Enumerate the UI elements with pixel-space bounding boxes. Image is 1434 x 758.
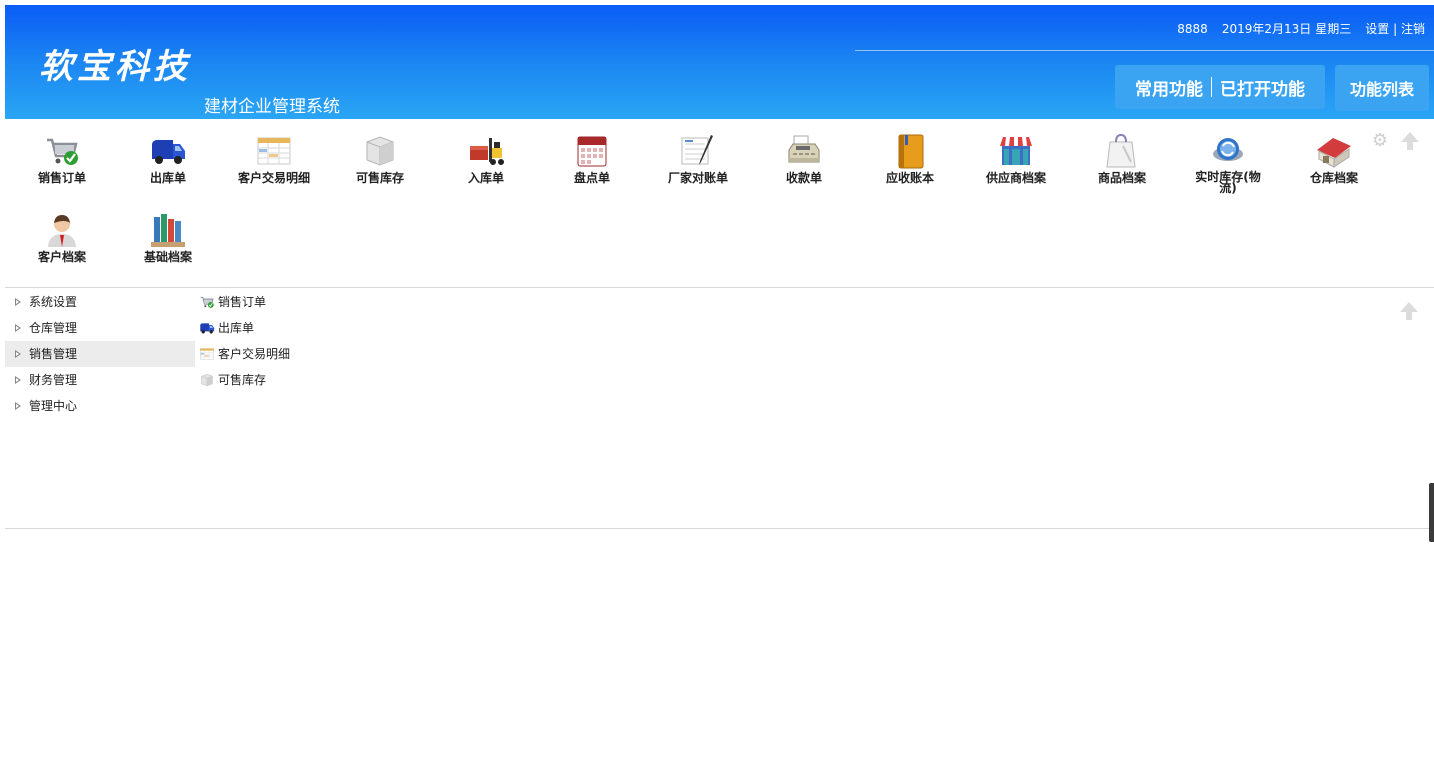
section-divider — [5, 287, 1434, 288]
truck-icon — [149, 132, 187, 170]
function-link[interactable]: 出库单 — [199, 315, 399, 341]
logout-link[interactable]: 注销 — [1401, 22, 1425, 36]
quick-function-label: 仓库档案 — [1309, 171, 1358, 185]
quick-function-label: 入库单 — [467, 171, 504, 185]
user-id: 8888 — [1177, 22, 1208, 36]
tab-common-functions[interactable]: 常用功能 — [1135, 75, 1203, 100]
quick-function-item[interactable]: 实时库存(物流) — [1175, 126, 1281, 194]
app-header: 软宝科技 建材企业管理系统 8888 2019年2月13日 星期三 设置 | 注销 常… — [5, 5, 1434, 119]
quick-function-panel: ⚙ 销售订单 出库单 客户交易明细 可售库存 入库单 盘点单 厂家对账单 收款单 应收账本 供应商… — [5, 126, 1434, 287]
function-link-label: 销售订单 — [218, 295, 267, 309]
quick-function-label: 盘点单 — [573, 171, 610, 185]
tab-opened-functions[interactable]: 已打开功能 — [1220, 75, 1305, 100]
scroll-top-arrow-icon[interactable] — [1398, 300, 1420, 322]
cash-register-icon — [785, 132, 823, 170]
quick-function-label: 应收账本 — [885, 171, 934, 185]
binders-icon — [149, 211, 187, 249]
quick-function-item[interactable]: 盘点单 — [539, 126, 645, 184]
quick-function-item[interactable]: 商品档案 — [1069, 126, 1175, 184]
quick-function-item[interactable]: 客户交易明细 — [221, 126, 327, 184]
function-link[interactable]: 销售订单 — [199, 289, 399, 315]
quick-function-label: 客户交易明细 — [237, 171, 310, 185]
quick-function-item[interactable]: 应收账本 — [857, 126, 963, 184]
separator: | — [1389, 22, 1401, 36]
tree-node-label: 销售管理 — [29, 347, 78, 361]
collapse-up-arrow-icon[interactable] — [1399, 130, 1421, 152]
quick-function-label: 收款单 — [785, 171, 822, 185]
shopping-cart-icon — [43, 132, 81, 170]
quick-function-item[interactable]: 收款单 — [751, 126, 857, 184]
tree-node-label: 财务管理 — [29, 373, 78, 387]
shopping-cart-icon — [199, 294, 215, 310]
account-book-icon — [891, 132, 929, 170]
module-tree: 系统设置仓库管理销售管理财务管理管理中心 — [5, 289, 195, 419]
tree-node[interactable]: 管理中心 — [5, 393, 195, 419]
function-link-label: 出库单 — [218, 321, 255, 335]
warehouse-icon — [1315, 132, 1353, 170]
quick-function-label: 出库单 — [149, 171, 186, 185]
quick-function-item[interactable]: 销售订单 — [9, 126, 115, 184]
quick-function-label: 客户档案 — [37, 250, 86, 264]
quick-function-label: 供应商档案 — [985, 171, 1046, 185]
tree-node[interactable]: 仓库管理 — [5, 315, 195, 341]
function-link-label: 可售库存 — [218, 373, 267, 387]
refresh-globe-icon — [1209, 132, 1247, 170]
expand-triangle-icon — [15, 349, 21, 358]
current-date: 2019年2月13日 — [1221, 22, 1312, 36]
quick-function-item[interactable]: 仓库档案 — [1281, 126, 1387, 184]
boxes-icon — [199, 372, 215, 388]
expand-triangle-icon — [15, 401, 21, 410]
quick-function-item[interactable]: 基础档案 — [115, 205, 221, 263]
quick-function-label: 可售库存 — [355, 171, 404, 185]
side-scroll-handle[interactable] — [1429, 483, 1434, 542]
calendar-icon — [573, 132, 611, 170]
function-list-button[interactable]: 功能列表 — [1335, 65, 1429, 111]
expand-triangle-icon — [15, 375, 21, 384]
function-link-label: 客户交易明细 — [218, 347, 291, 361]
tree-node-label: 管理中心 — [29, 399, 78, 413]
forklift-icon — [467, 132, 505, 170]
user-bar: 8888 2019年2月13日 星期三 设置 | 注销 — [1177, 20, 1425, 37]
spreadsheet-icon — [199, 346, 215, 362]
tree-node[interactable]: 系统设置 — [5, 289, 195, 315]
boxes-icon — [361, 132, 399, 170]
quick-function-label: 商品档案 — [1097, 171, 1146, 185]
spreadsheet-icon — [255, 132, 293, 170]
tree-node[interactable]: 财务管理 — [5, 367, 195, 393]
expand-triangle-icon — [15, 297, 21, 306]
header-divider — [855, 50, 1434, 51]
tree-node-label: 仓库管理 — [29, 321, 78, 335]
system-subtitle: 建材企业管理系统 — [204, 97, 340, 117]
module-function-list: 销售订单出库单客户交易明细 可售库存 — [199, 289, 399, 393]
settings-link[interactable]: 设置 — [1365, 22, 1389, 36]
function-link[interactable]: 客户交易明细 — [199, 341, 399, 367]
quick-function-label: 销售订单 — [37, 171, 86, 185]
quick-function-label: 基础档案 — [143, 250, 192, 264]
quick-function-item[interactable]: 供应商档案 — [963, 126, 1069, 184]
quick-function-label: 实时库存(物流) — [1195, 170, 1261, 195]
shopping-bag-icon — [1103, 132, 1141, 170]
ledger-pen-icon — [679, 132, 717, 170]
function-link[interactable]: 可售库存 — [199, 367, 399, 393]
quick-function-label: 厂家对账单 — [667, 171, 728, 185]
quick-function-item[interactable]: 可售库存 — [327, 126, 433, 184]
customer-person-icon — [43, 211, 81, 249]
tab-separator — [1211, 77, 1212, 97]
company-logo: 软宝科技 — [39, 47, 191, 87]
current-weekday: 星期三 — [1315, 22, 1352, 36]
quick-function-item[interactable]: 入库单 — [433, 126, 539, 184]
storefront-icon — [997, 132, 1035, 170]
quick-function-item[interactable]: 客户档案 — [9, 205, 115, 263]
quick-function-item[interactable]: 出库单 — [115, 126, 221, 184]
content-divider — [5, 528, 1434, 529]
tree-node-label: 系统设置 — [29, 295, 78, 309]
tab-group: 常用功能 已打开功能 — [1115, 65, 1325, 109]
tree-node[interactable]: 销售管理 — [5, 341, 195, 367]
expand-triangle-icon — [15, 323, 21, 332]
quick-function-item[interactable]: 厂家对账单 — [645, 126, 751, 184]
truck-icon — [199, 320, 215, 336]
